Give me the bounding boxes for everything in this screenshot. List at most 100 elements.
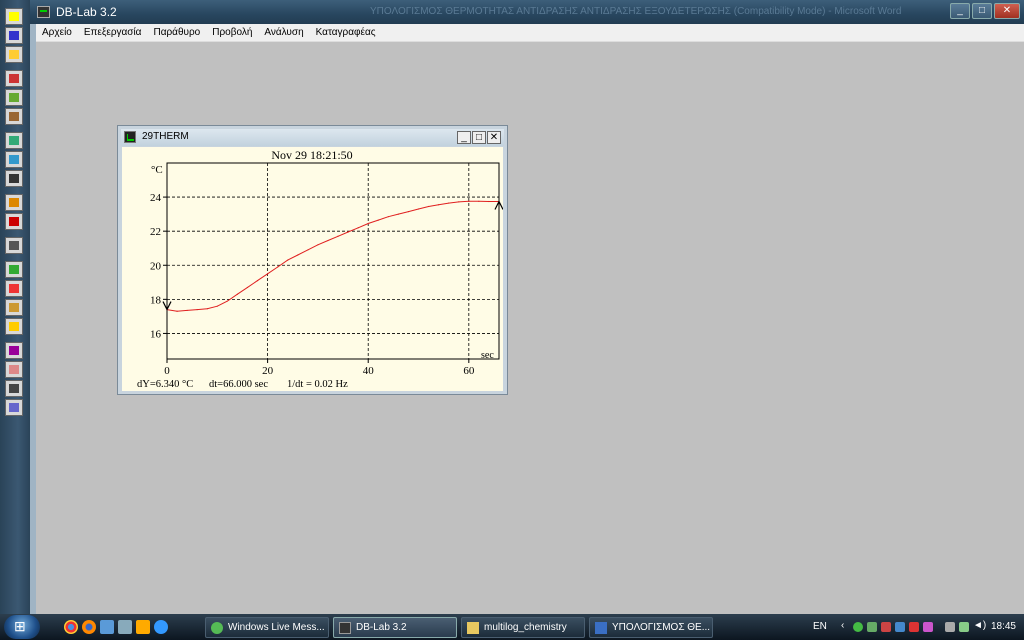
cursor-icon[interactable] [5, 194, 23, 211]
icon-glyph [9, 198, 19, 207]
tray-network-meter-icon[interactable] [881, 622, 891, 632]
graph-close-button[interactable]: ✕ [487, 131, 501, 144]
tray-phone-icon[interactable] [945, 622, 955, 632]
tray-app2-icon[interactable] [895, 622, 905, 632]
icon-glyph [9, 384, 19, 393]
tray-antivirus-icon[interactable] [909, 622, 919, 632]
zoom-out-icon[interactable] [5, 151, 23, 168]
stop-icon[interactable] [5, 318, 23, 335]
data-point [246, 286, 249, 289]
app-titlebar: DB-Lab 3.2 ΥΠΟΛΟΓΙΣΜΟΣ ΘΕΡΜΟΤΗΤΑΣ ΑΝΤΙΔΡ… [30, 0, 1024, 24]
word-icon [595, 622, 607, 634]
cut-icon[interactable] [5, 70, 23, 87]
zoom-in-icon[interactable] [5, 132, 23, 149]
graph-window-titlebar[interactable]: 29THERM _ □ ✕ [121, 129, 504, 146]
icon-glyph [9, 50, 19, 59]
data-point [357, 227, 359, 229]
icon-glyph [9, 265, 19, 274]
status-freq: 1/dt = 0.02 Hz [287, 379, 348, 390]
left-toolbar [0, 0, 30, 614]
paste-icon[interactable] [5, 108, 23, 125]
task-messenger[interactable]: Windows Live Mess... [205, 617, 329, 638]
data-point [196, 308, 198, 311]
icon-glyph [9, 74, 19, 83]
x-tick-label: 0 [164, 365, 170, 377]
data-point [307, 249, 309, 251]
icon-glyph [9, 136, 19, 145]
data-point [176, 310, 178, 312]
color-icon[interactable] [5, 342, 23, 359]
menu-view[interactable]: Προβολή [206, 24, 258, 38]
data-point [488, 200, 490, 203]
data-point [216, 305, 218, 307]
menu-analysis[interactable]: Ανάλυση [258, 24, 309, 38]
icon-glyph [9, 174, 19, 183]
data-point [417, 208, 420, 210]
background-window-title: ΥΠΟΛΟΓΙΣΜΟΣ ΘΕΡΜΟΤΗΤΑΣ ΑΝΤΙΔΡΑΣΗΣ ΑΝΤΙΔΡ… [370, 6, 902, 17]
plot-area[interactable]: Nov 29 18:21:50 °C sec dY=6.340 °C dt=66… [122, 147, 503, 391]
print-icon[interactable] [5, 46, 23, 63]
task-dblab[interactable]: DB-Lab 3.2 [333, 617, 457, 638]
data-point [256, 280, 259, 282]
firefox-icon[interactable] [82, 620, 96, 634]
task-word[interactable]: ΥΠΟΛΟΓΙΣΜΟΣ ΘΕ... [589, 617, 713, 638]
data-point [478, 200, 480, 202]
menu-edit[interactable]: Επεξεργασία [78, 24, 148, 38]
graph-maximize-button[interactable]: □ [472, 131, 486, 144]
system-tray: EN ‹ ◄) 18:45 [813, 614, 1024, 640]
data-point [397, 213, 399, 215]
new-icon[interactable] [5, 8, 23, 25]
data-point [347, 231, 349, 233]
dblab-icon [339, 622, 351, 634]
data-point [448, 202, 450, 204]
maximize-button[interactable]: □ [972, 3, 992, 19]
task-folder[interactable]: multilog_chemistry [461, 617, 585, 638]
desktop-icon[interactable] [100, 620, 114, 634]
graph-icon[interactable] [5, 399, 23, 416]
taskbar-clock[interactable]: 18:45 [991, 621, 1016, 632]
menu-file[interactable]: Αρχείο [36, 24, 78, 38]
icon-glyph [9, 112, 19, 121]
gauge-icon[interactable] [5, 361, 23, 378]
data-point [236, 293, 239, 295]
tray-volume-icon[interactable]: ◄) [973, 620, 986, 631]
language-indicator[interactable]: EN [813, 621, 827, 632]
menu-logger[interactable]: Καταγραφέας [310, 24, 382, 38]
explorer-icon[interactable] [118, 620, 132, 634]
tray-app-icon[interactable] [867, 622, 877, 632]
internet-explorer-icon[interactable] [154, 620, 168, 634]
icon-glyph [9, 284, 19, 293]
icon-glyph [9, 241, 19, 250]
close-button[interactable]: ✕ [994, 3, 1020, 19]
temperature-chart[interactable]: Nov 29 18:21:50 °C sec dY=6.340 °C dt=66… [122, 147, 503, 391]
zoom-fit-icon[interactable] [5, 170, 23, 187]
save-icon[interactable] [5, 27, 23, 44]
tray-expand-icon[interactable]: ‹ [841, 620, 851, 631]
data-point [427, 205, 430, 208]
icon-glyph [9, 155, 19, 164]
minimize-button[interactable]: _ [950, 3, 970, 19]
tray-battery-icon[interactable] [959, 622, 969, 632]
task-label: multilog_chemistry [484, 622, 567, 633]
temperature-series-line [166, 200, 499, 312]
copy-icon[interactable] [5, 89, 23, 106]
delete-cursor-icon[interactable] [5, 213, 23, 230]
taskbar: Windows Live Mess... DB-Lab 3.2 multilog… [0, 614, 1024, 640]
fruit-icon[interactable] [5, 280, 23, 297]
smooth-icon[interactable] [5, 261, 23, 278]
graph-window[interactable]: 29THERM _ □ ✕ Nov 29 18:21:50 °C sec dY=… [117, 125, 508, 395]
hand-icon[interactable] [5, 299, 23, 316]
folder-icon [467, 622, 479, 634]
media-player-icon[interactable] [136, 620, 150, 634]
start-button[interactable] [4, 615, 40, 639]
graph-minimize-button[interactable]: _ [457, 131, 471, 144]
tray-utorrent-icon[interactable] [853, 622, 863, 632]
icon-glyph [9, 403, 19, 412]
data-point [387, 216, 389, 218]
chrome-icon[interactable] [64, 620, 78, 634]
x-tick-label: 60 [463, 365, 475, 377]
tray-app3-icon[interactable] [923, 622, 933, 632]
table-icon[interactable] [5, 380, 23, 397]
menu-window[interactable]: Παράθυρο [147, 24, 206, 38]
calculator-icon[interactable] [5, 237, 23, 254]
